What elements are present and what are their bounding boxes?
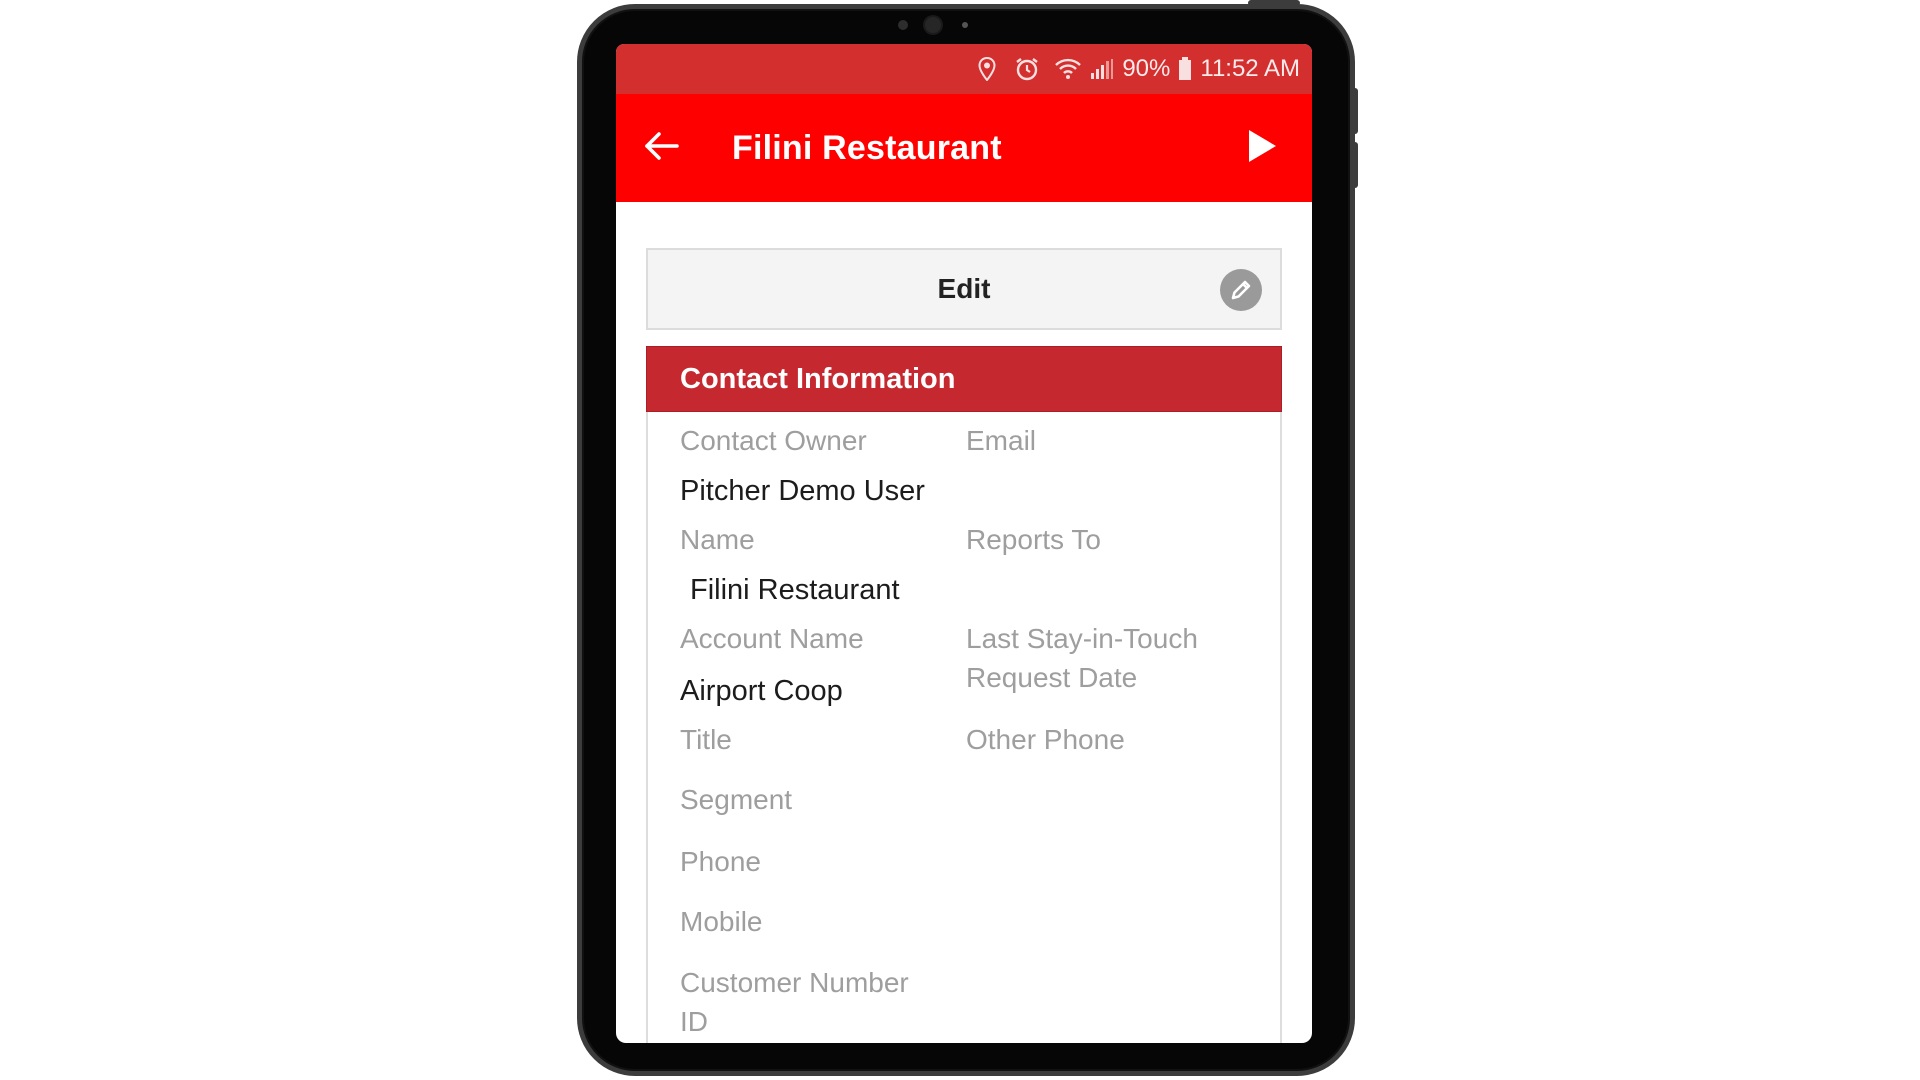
battery-icon [1178, 57, 1192, 81]
camera-lens [925, 17, 941, 33]
arrow-left-icon [644, 131, 680, 166]
back-button[interactable] [634, 120, 690, 176]
contact-information-section: Contact Information Contact Owner Email … [646, 346, 1282, 1043]
mobile-label: Mobile [680, 906, 763, 937]
other-phone-label: Other Phone [966, 724, 1125, 755]
play-button[interactable] [1234, 120, 1290, 176]
edit-button[interactable]: Edit [646, 248, 1282, 330]
last-stay-label-line2: Request Date [966, 662, 1138, 693]
account-name-value: Airport Coop [680, 675, 843, 707]
content: Edit Contact Information Contact Owner E… [646, 248, 1282, 1043]
customer-number-label-line2: ID [680, 1006, 708, 1037]
contact-owner-value: Pitcher Demo User [680, 475, 925, 507]
segment-label: Segment [680, 784, 793, 815]
volume-down-button [1351, 142, 1358, 188]
name-value: Filini Restaurant [690, 574, 900, 606]
light-sensor [962, 22, 968, 28]
customer-number-label: Customer Number [680, 967, 909, 998]
pencil-icon[interactable] [1220, 269, 1262, 311]
location-icon [978, 57, 996, 81]
status-bar: 90% 11:52 AM [616, 44, 1312, 94]
section-header: Contact Information [646, 346, 1282, 412]
volume-up-button [1351, 88, 1358, 134]
clock: 11:52 AM [1200, 55, 1300, 82]
screen: 90% 11:52 AM Filini Restaurant Edit Cont… [616, 44, 1312, 1043]
email-label: Email [966, 425, 1037, 456]
phone-label: Phone [680, 846, 761, 877]
sensor-dot [898, 20, 908, 30]
battery-percent: 90% [1122, 55, 1171, 82]
stage: 90% 11:52 AM Filini Restaurant Edit Cont… [0, 0, 1920, 1080]
signal-icon [1090, 58, 1114, 80]
wifi-icon [1054, 58, 1082, 80]
alarm-icon [1014, 56, 1040, 82]
page-title: Filini Restaurant [732, 128, 1002, 167]
account-name-label: Account Name [680, 623, 864, 654]
reports-to-label: Reports To [966, 524, 1101, 555]
name-label: Name [680, 524, 755, 555]
edit-label: Edit [937, 273, 991, 304]
title-label: Title [680, 724, 732, 755]
contact-owner-label: Contact Owner [680, 425, 867, 456]
app-bar: Filini Restaurant [616, 94, 1312, 202]
play-icon [1247, 129, 1277, 168]
last-stay-label: Last Stay-in-Touch [966, 623, 1198, 654]
